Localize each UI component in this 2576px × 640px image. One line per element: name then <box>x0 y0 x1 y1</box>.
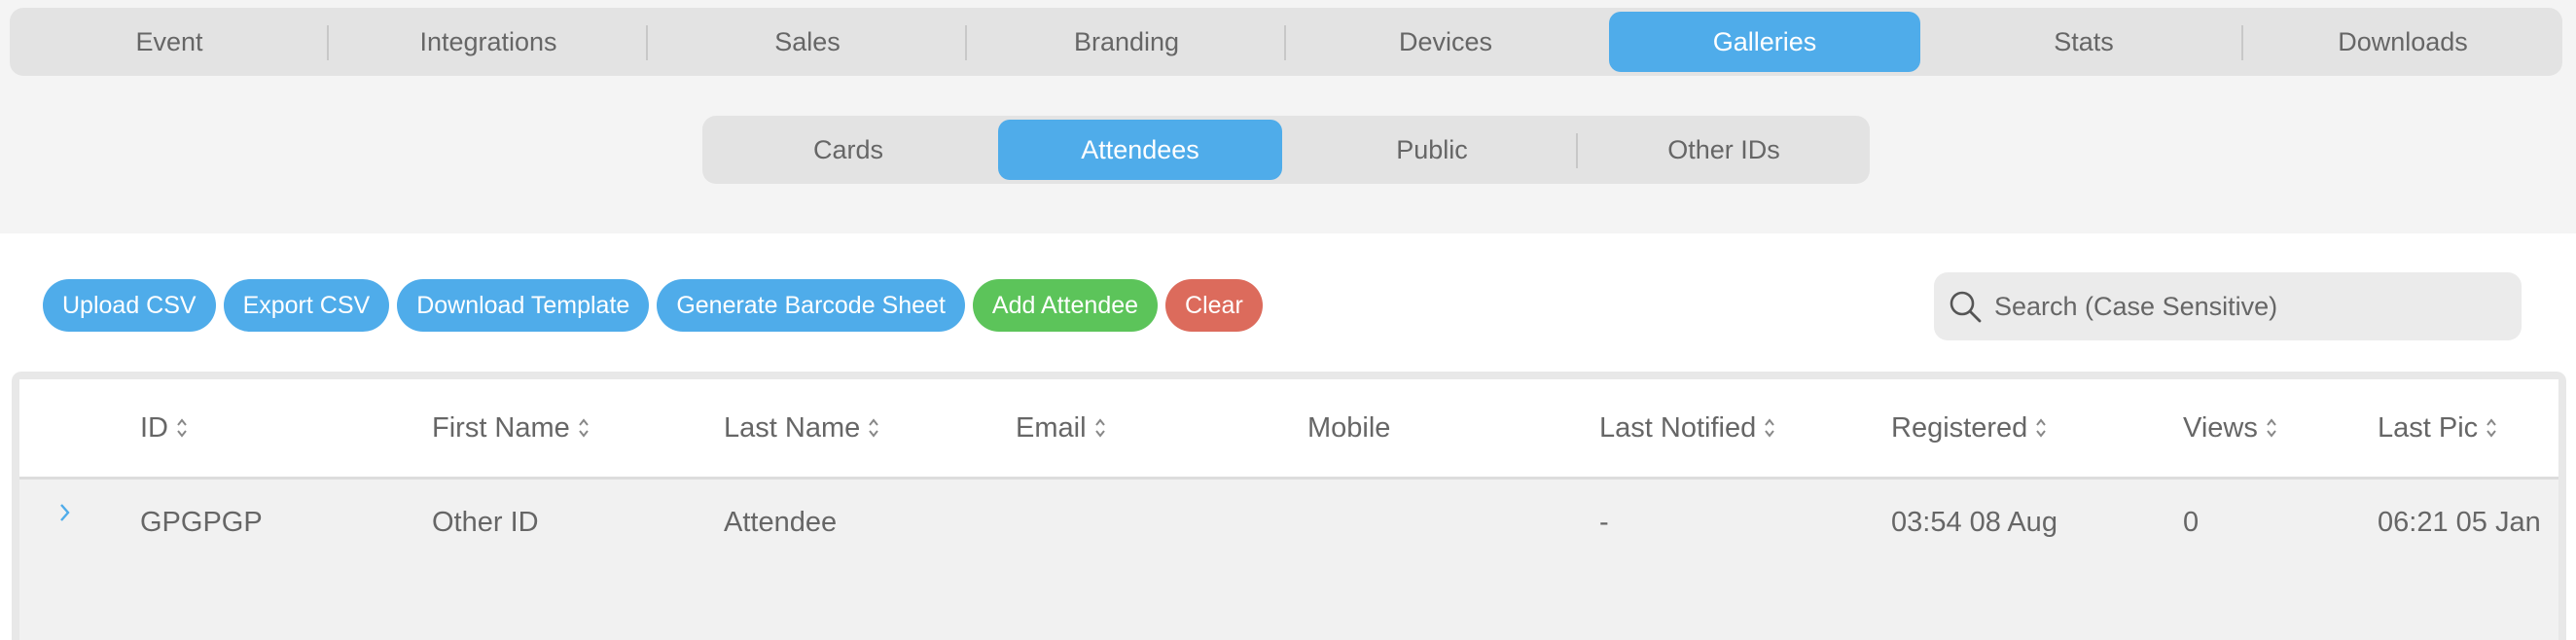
column-header-registered[interactable]: Registered <box>1891 379 2047 477</box>
upload-csv-button[interactable]: Upload CSV <box>43 279 216 332</box>
column-header-email[interactable]: Email <box>1016 379 1106 477</box>
sort-icon <box>1765 418 1774 438</box>
cell-id: GPGPGP <box>140 507 263 538</box>
subtab-public[interactable]: Public <box>1290 120 1574 180</box>
tab-event[interactable]: Event <box>14 12 325 72</box>
tab-integrations[interactable]: Integrations <box>327 12 644 72</box>
table-row[interactable]: GPGPGP Other ID Attendee - 03:54 08 Aug … <box>19 480 2558 640</box>
column-header-last-pic[interactable]: Last Pic <box>2378 379 2497 477</box>
tab-downloads[interactable]: Downloads <box>2241 12 2558 72</box>
export-csv-button[interactable]: Export CSV <box>223 279 390 332</box>
column-header-last-name[interactable]: Last Name <box>724 379 879 477</box>
download-template-button[interactable]: Download Template <box>397 279 650 332</box>
column-header-label: Last Notified <box>1599 411 1757 444</box>
generate-barcode-sheet-button[interactable]: Generate Barcode Sheet <box>657 279 965 332</box>
column-header-label: Last Pic <box>2378 411 2479 444</box>
cell-registered: 03:54 08 Aug <box>1891 507 2057 538</box>
sort-icon <box>2487 418 2496 438</box>
chevron-right-icon[interactable] <box>58 501 72 524</box>
tab-devices[interactable]: Devices <box>1284 12 1601 72</box>
cell-last-pic: 06:21 05 Jan <box>2378 507 2541 538</box>
clear-button[interactable]: Clear <box>1165 279 1263 332</box>
tab-sales[interactable]: Sales <box>646 12 963 72</box>
sort-icon <box>1094 418 1105 438</box>
sort-icon <box>2267 418 2276 438</box>
search-box <box>1934 272 2522 340</box>
search-icon <box>1950 291 1982 323</box>
column-header-mobile: Mobile <box>1307 379 1390 477</box>
search-input[interactable] <box>1992 290 2502 323</box>
tab-stats[interactable]: Stats <box>1928 12 2239 72</box>
column-header-views[interactable]: Views <box>2183 379 2277 477</box>
add-attendee-button[interactable]: Add Attendee <box>972 279 1159 332</box>
cell-last-name: Attendee <box>724 507 838 538</box>
tab-galleries[interactable]: Galleries <box>1609 12 1920 72</box>
cell-first-name: Other ID <box>432 507 539 538</box>
main-tab-bar: Event Integrations Sales Branding Device… <box>10 8 2562 76</box>
column-header-label: ID <box>140 411 168 444</box>
cell-views: 0 <box>2183 507 2200 538</box>
column-header-label: Mobile <box>1307 411 1391 444</box>
column-header-first-name[interactable]: First Name <box>432 379 590 477</box>
attendees-panel: Upload CSV Export CSV Download Template … <box>0 233 2576 640</box>
table-header: ID First Name Last Name Email Mobile Las… <box>19 379 2558 480</box>
column-header-label: Registered <box>1891 411 2028 444</box>
attendees-table: ID First Name Last Name Email Mobile Las… <box>12 372 2566 640</box>
sub-tab-bar: Cards Attendees Public Other IDs <box>702 116 1870 184</box>
sort-icon <box>579 418 589 438</box>
subtab-attendees[interactable]: Attendees <box>998 120 1282 180</box>
sort-icon <box>869 418 879 438</box>
column-header-label: First Name <box>432 411 570 444</box>
column-header-label: Views <box>2183 411 2258 444</box>
sort-icon <box>2036 418 2047 438</box>
column-header-id[interactable]: ID <box>140 379 188 477</box>
sort-icon <box>177 418 187 438</box>
column-header-last-notified[interactable]: Last Notified <box>1599 379 1775 477</box>
tab-branding[interactable]: Branding <box>965 12 1282 72</box>
cell-last-notified: - <box>1599 507 1609 538</box>
subtab-cards[interactable]: Cards <box>706 120 990 180</box>
column-header-label: Email <box>1016 411 1087 444</box>
action-toolbar: Upload CSV Export CSV Download Template … <box>43 279 1263 332</box>
subtab-other-ids[interactable]: Other IDs <box>1576 120 1866 180</box>
column-header-label: Last Name <box>724 411 861 444</box>
